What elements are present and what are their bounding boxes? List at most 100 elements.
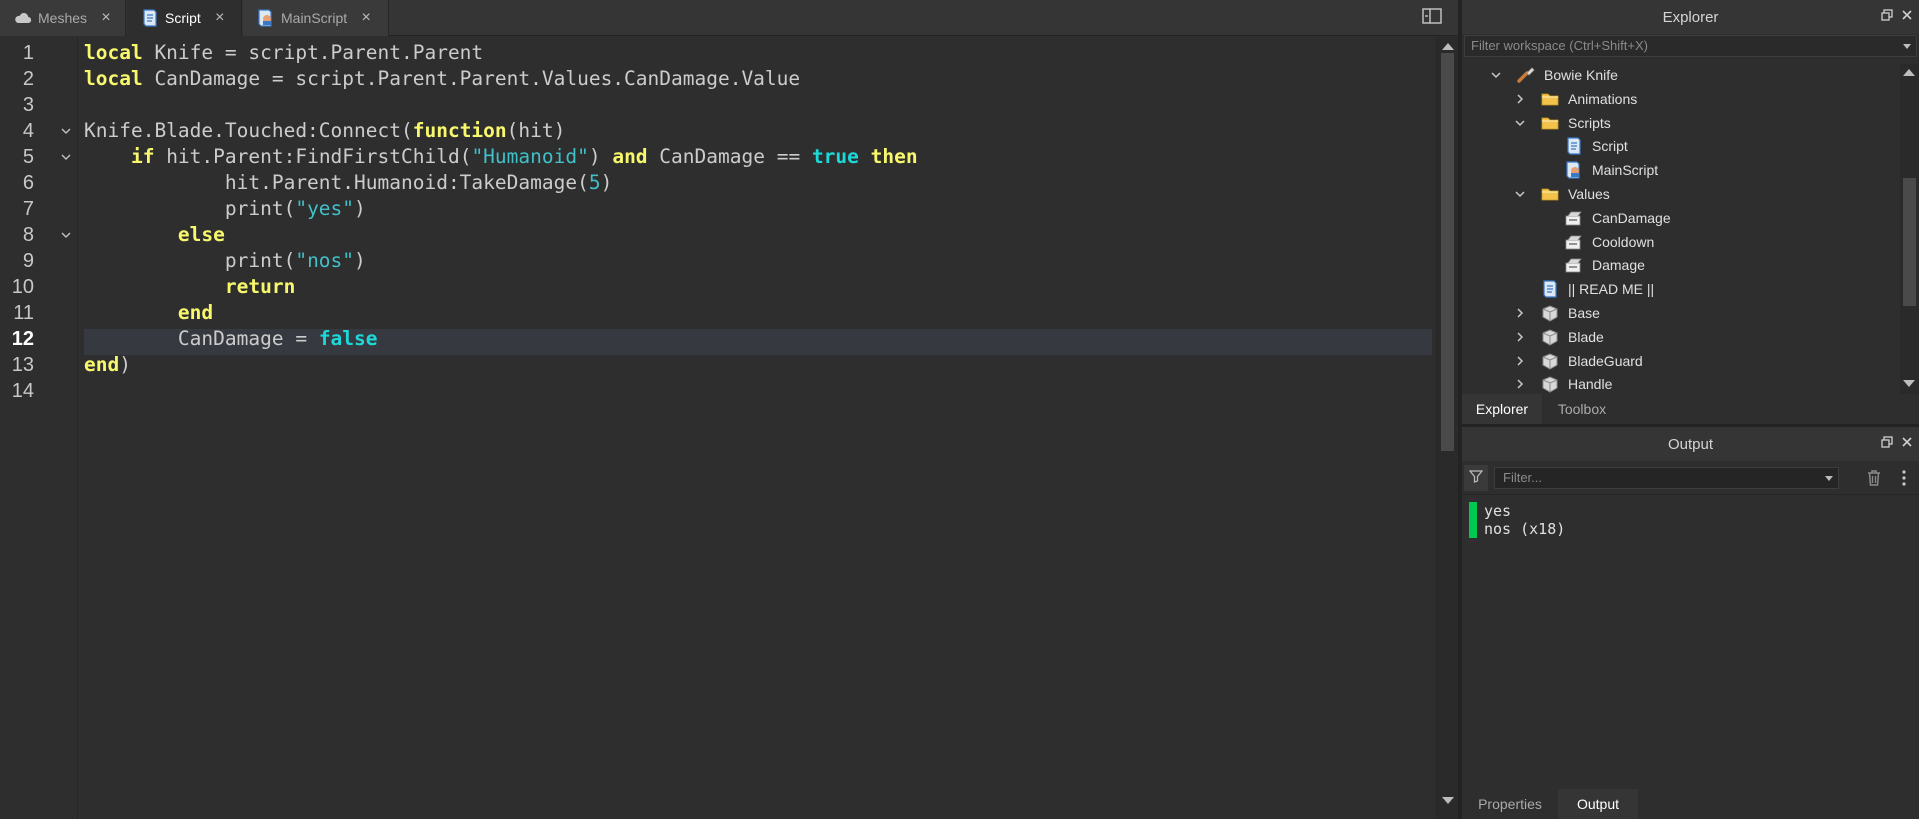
undock-icon[interactable] bbox=[1881, 8, 1893, 25]
close-icon[interactable] bbox=[1901, 435, 1913, 452]
tab-output[interactable]: Output bbox=[1558, 789, 1638, 819]
tree-item[interactable]: Cooldown bbox=[1538, 231, 1654, 253]
tab-script[interactable]: Script × bbox=[127, 0, 242, 36]
code-line[interactable]: hit.Parent.Humanoid:TakeDamage(5) bbox=[84, 170, 612, 196]
code-line[interactable]: local Knife = script.Parent.Parent bbox=[84, 40, 483, 66]
tab-toolbox[interactable]: Toolbox bbox=[1542, 394, 1622, 424]
close-icon[interactable]: × bbox=[99, 10, 113, 26]
explorer-scrollbar[interactable] bbox=[1900, 64, 1919, 394]
code-editor[interactable]: 1 2 3 4 5 6 7 8 9 10 11 12 13 14 local K… bbox=[0, 37, 1436, 819]
close-icon[interactable]: × bbox=[213, 10, 227, 26]
script-editor: Meshes × Script × MainScript × 1 2 3 4 5… bbox=[0, 0, 1458, 819]
tree-item-label: Script bbox=[1592, 138, 1628, 155]
explorer-filter-input[interactable]: Filter workspace (Ctrl+Shift+X) bbox=[1464, 35, 1917, 57]
code-line[interactable]: if hit.Parent:FindFirstChild("Humanoid")… bbox=[84, 144, 918, 170]
tree-item[interactable]: Values bbox=[1514, 183, 1610, 205]
tree-item[interactable]: Handle bbox=[1514, 373, 1612, 394]
chevron-down-icon[interactable] bbox=[1490, 69, 1502, 81]
output-message: yes bbox=[1484, 502, 1512, 520]
tree-item-label: CanDamage bbox=[1592, 209, 1671, 226]
filter-placeholder: Filter workspace (Ctrl+Shift+X) bbox=[1471, 38, 1648, 53]
line-number: 7 bbox=[22, 198, 34, 220]
chevron-down-icon[interactable] bbox=[1514, 117, 1526, 129]
script-icon bbox=[1564, 137, 1584, 155]
tree-item[interactable]: Base bbox=[1514, 302, 1600, 324]
tab-mainscript[interactable]: MainScript × bbox=[243, 0, 389, 36]
line-number-gutter: 1 2 3 4 5 6 7 8 9 10 11 12 13 14 bbox=[0, 37, 78, 819]
code-line[interactable]: else bbox=[84, 222, 225, 248]
tree-item[interactable]: MainScript bbox=[1538, 159, 1658, 181]
tree-item[interactable]: BladeGuard bbox=[1514, 350, 1643, 372]
tree-item[interactable]: Animations bbox=[1514, 88, 1637, 110]
tab-explorer[interactable]: Explorer bbox=[1462, 394, 1542, 424]
code-line[interactable]: return bbox=[84, 274, 295, 300]
tree-item[interactable]: Damage bbox=[1538, 254, 1645, 276]
fold-chevron-icon[interactable] bbox=[60, 125, 72, 137]
editor-scrollbar[interactable] bbox=[1436, 37, 1458, 819]
chevron-down-icon[interactable] bbox=[1903, 44, 1911, 49]
tab-meshes[interactable]: Meshes × bbox=[0, 0, 126, 36]
chevron-right-icon[interactable] bbox=[1514, 331, 1526, 343]
code-line[interactable]: end bbox=[84, 300, 213, 326]
chevron-right-icon[interactable] bbox=[1514, 378, 1526, 390]
scroll-down-icon[interactable] bbox=[1442, 797, 1454, 804]
scrollbar-thumb[interactable] bbox=[1441, 53, 1454, 451]
undock-icon[interactable] bbox=[1881, 435, 1893, 452]
code-line[interactable]: CanDamage = false bbox=[84, 326, 378, 352]
script-icon bbox=[1540, 280, 1560, 298]
chevron-down-icon[interactable] bbox=[1825, 476, 1833, 481]
mesh-part-icon bbox=[1540, 352, 1560, 370]
folder-icon bbox=[1540, 114, 1560, 132]
fold-chevron-icon[interactable] bbox=[60, 151, 72, 163]
more-vertical-icon bbox=[1902, 470, 1906, 486]
tree-item[interactable]: Script bbox=[1538, 135, 1628, 157]
tab-label: Script bbox=[165, 10, 201, 26]
output-message: nos (x18) bbox=[1484, 520, 1566, 538]
more-options-button[interactable] bbox=[1897, 468, 1911, 488]
tree-item-label: MainScript bbox=[1592, 162, 1659, 179]
close-icon[interactable]: × bbox=[359, 10, 373, 26]
line-number: 13 bbox=[11, 354, 34, 376]
tree-item-label: BladeGuard bbox=[1568, 352, 1643, 369]
code-line[interactable]: end) bbox=[84, 352, 131, 378]
chevron-right-icon[interactable] bbox=[1514, 93, 1526, 105]
output-toolbar: Filter... bbox=[1462, 461, 1919, 495]
tree-item-label: Base bbox=[1568, 305, 1600, 321]
scrollbar-thumb[interactable] bbox=[1903, 178, 1916, 306]
code-line[interactable]: local CanDamage = script.Parent.Parent.V… bbox=[84, 66, 800, 92]
code-line[interactable]: print("yes") bbox=[84, 196, 366, 222]
scroll-down-icon[interactable] bbox=[1903, 380, 1915, 387]
output-filter-input[interactable]: Filter... bbox=[1494, 467, 1839, 489]
tab-properties[interactable]: Properties bbox=[1462, 789, 1558, 819]
mesh-part-icon bbox=[1540, 328, 1560, 346]
panel-title: Explorer bbox=[1662, 8, 1719, 26]
scroll-up-icon[interactable] bbox=[1903, 69, 1915, 76]
output-header: Output bbox=[1462, 427, 1919, 461]
chevron-right-icon[interactable] bbox=[1514, 355, 1526, 367]
tree-item[interactable]: CanDamage bbox=[1538, 207, 1671, 229]
tree-item[interactable]: Bowie Knife bbox=[1490, 64, 1618, 86]
filter-button[interactable] bbox=[1464, 465, 1488, 491]
tree-item[interactable]: || READ ME || bbox=[1514, 278, 1654, 300]
chevron-down-icon[interactable] bbox=[1514, 188, 1526, 200]
right-dock: Explorer Filter workspace (Ctrl+Shift+X)… bbox=[1458, 0, 1919, 819]
line-number: 11 bbox=[13, 302, 34, 324]
tree-item-label: Handle bbox=[1568, 376, 1613, 393]
tree-item[interactable]: Scripts bbox=[1514, 112, 1611, 134]
code-line[interactable]: print("nos") bbox=[84, 248, 366, 274]
close-icon[interactable] bbox=[1901, 8, 1913, 25]
output-level-bar bbox=[1469, 502, 1477, 538]
line-number: 14 bbox=[11, 380, 34, 402]
local-script-icon bbox=[1564, 161, 1584, 179]
split-view-button[interactable] bbox=[1420, 7, 1444, 29]
chevron-right-icon[interactable] bbox=[1514, 307, 1526, 319]
tree-item[interactable]: Blade bbox=[1514, 326, 1604, 348]
clear-output-button[interactable] bbox=[1864, 468, 1884, 488]
fold-chevron-icon[interactable] bbox=[60, 229, 72, 241]
output-bottom-tabs: Properties Output bbox=[1462, 789, 1919, 819]
scroll-up-icon[interactable] bbox=[1442, 43, 1454, 50]
code-line[interactable]: Knife.Blade.Touched:Connect(function(hit… bbox=[84, 118, 565, 144]
